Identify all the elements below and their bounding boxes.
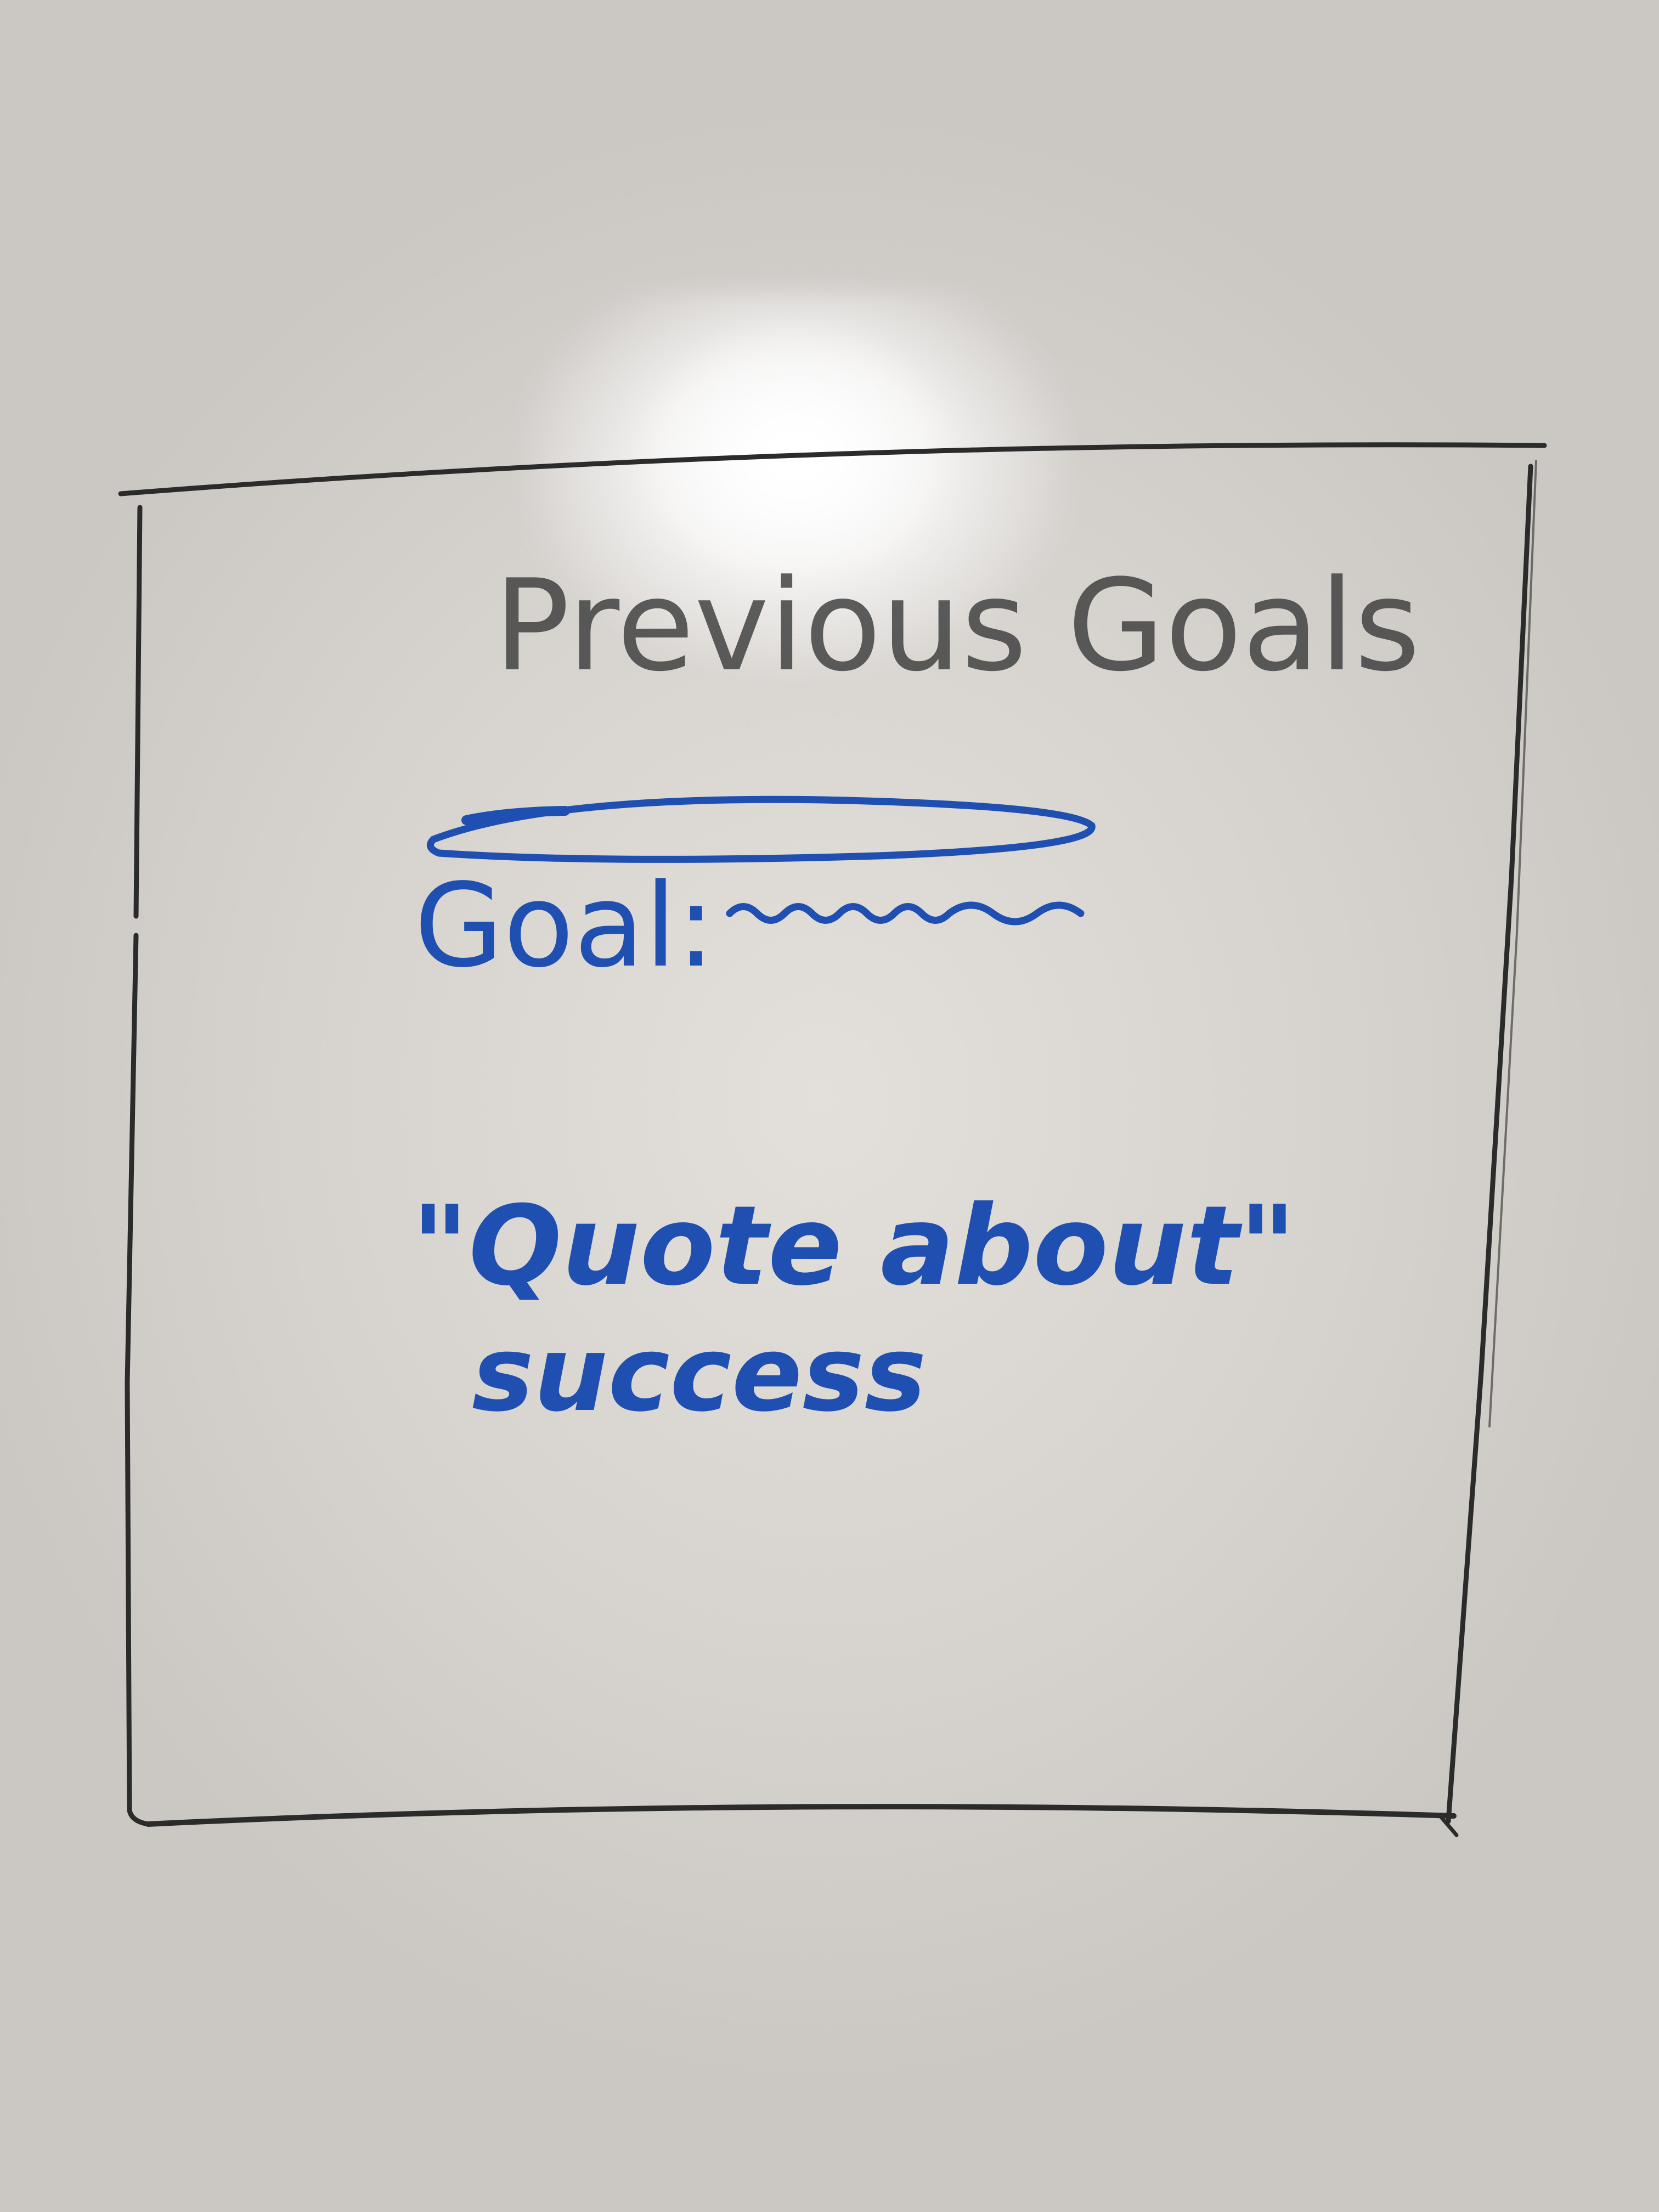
blue-oval-scribble	[426, 795, 1096, 863]
quote-line-2: success	[472, 1313, 927, 1435]
goal-squiggle	[726, 901, 1085, 926]
board-title: Previous Goals	[494, 553, 1420, 699]
goal-label: Goal:	[414, 859, 715, 993]
whiteboard-sketch: Previous Goals Goal: "Quote about" succe…	[118, 442, 1547, 1837]
quote-line-1: "Quote about"	[411, 1182, 1296, 1310]
whiteboard: Previous Goals Goal: "Quote about" succe…	[0, 0, 1659, 2212]
